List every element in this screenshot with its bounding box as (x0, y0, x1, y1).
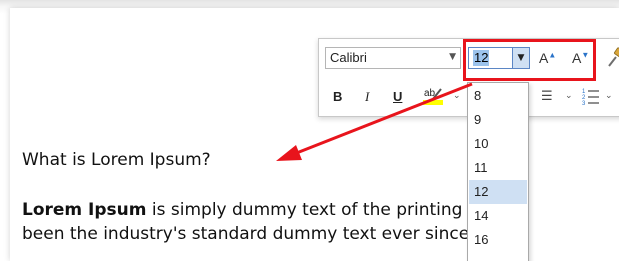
annotation-arrow (276, 82, 473, 161)
document-page: What is Lorem Ipsum? Lorem Ipsum is simp… (0, 0, 619, 261)
